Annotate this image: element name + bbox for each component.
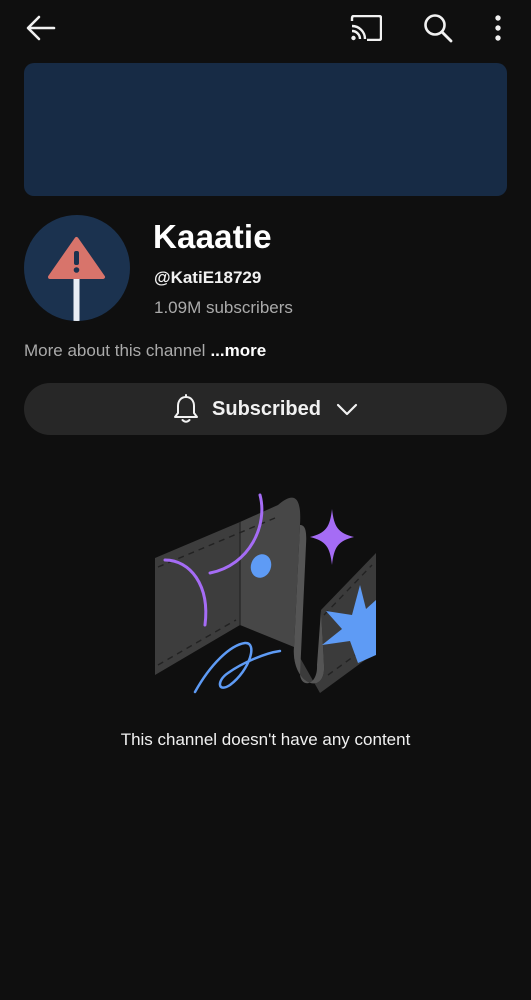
more-options-button[interactable]	[484, 8, 512, 48]
channel-banner	[24, 63, 507, 196]
subscribed-label: Subscribed	[212, 397, 321, 420]
search-icon	[424, 14, 453, 43]
search-button[interactable]	[418, 8, 458, 48]
warning-sign-icon	[48, 237, 105, 321]
cast-button[interactable]	[346, 10, 386, 46]
empty-state-message: This channel doesn't have any content	[120, 730, 411, 749]
more-vertical-icon	[495, 15, 501, 41]
top-app-bar	[0, 0, 531, 56]
cast-icon	[350, 15, 382, 41]
arrow-left-icon	[26, 15, 56, 41]
chevron-down-icon	[335, 397, 359, 421]
more-link[interactable]: ...more	[210, 341, 266, 360]
back-button[interactable]	[22, 10, 60, 46]
channel-handle: @KatiE18729	[154, 268, 262, 287]
empty-channel-illustration	[155, 493, 376, 694]
subscribed-button[interactable]: Subscribed	[24, 383, 507, 435]
channel-name: Kaaatie	[153, 218, 272, 255]
subscriber-count: 1.09M subscribers	[154, 298, 293, 317]
about-text: More about this channel	[24, 341, 206, 360]
channel-about-link[interactable]: More about this channel ...more	[24, 341, 266, 361]
channel-avatar[interactable]	[24, 215, 130, 321]
bell-icon	[172, 394, 200, 424]
